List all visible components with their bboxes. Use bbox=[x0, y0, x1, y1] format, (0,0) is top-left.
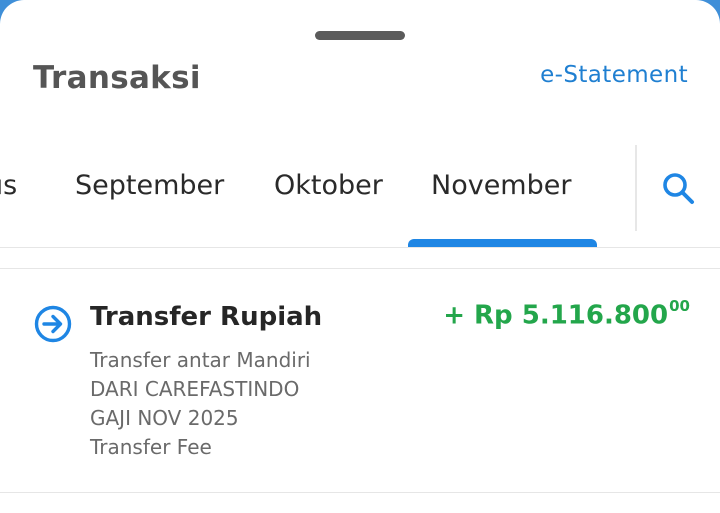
transactions-sheet: Transaksi e-Statement us September Oktob… bbox=[0, 0, 720, 513]
month-tabs: us September Oktober November bbox=[0, 140, 636, 248]
search-button[interactable] bbox=[656, 166, 700, 210]
list-item-divider bbox=[0, 492, 720, 493]
transaction-detail: DARI CAREFASTINDO bbox=[90, 377, 300, 401]
transaction-title: Transfer Rupiah bbox=[90, 302, 323, 332]
amount-main: + Rp 5.116.800 bbox=[443, 300, 669, 331]
amount-cents: 00 bbox=[669, 297, 690, 315]
tabs-bottom-divider bbox=[0, 247, 720, 248]
transaction-detail: Transfer antar Mandiri bbox=[90, 348, 311, 372]
transaction-detail: Transfer Fee bbox=[90, 435, 212, 459]
tab-month-september[interactable]: September bbox=[75, 170, 224, 201]
tabs-divider bbox=[635, 145, 637, 231]
tab-month-november[interactable]: November bbox=[431, 170, 571, 201]
transaction-detail: GAJI NOV 2025 bbox=[90, 406, 239, 430]
search-icon bbox=[663, 173, 694, 204]
page-title: Transaksi bbox=[33, 60, 201, 96]
drag-handle[interactable] bbox=[315, 31, 405, 40]
e-statement-link[interactable]: e-Statement bbox=[540, 62, 688, 88]
transfer-in-icon bbox=[33, 304, 73, 344]
transaction-amount: + Rp 5.116.80000 bbox=[443, 297, 690, 331]
tab-month-oktober[interactable]: Oktober bbox=[274, 170, 383, 201]
tab-month-agustus[interactable]: us bbox=[0, 170, 17, 201]
